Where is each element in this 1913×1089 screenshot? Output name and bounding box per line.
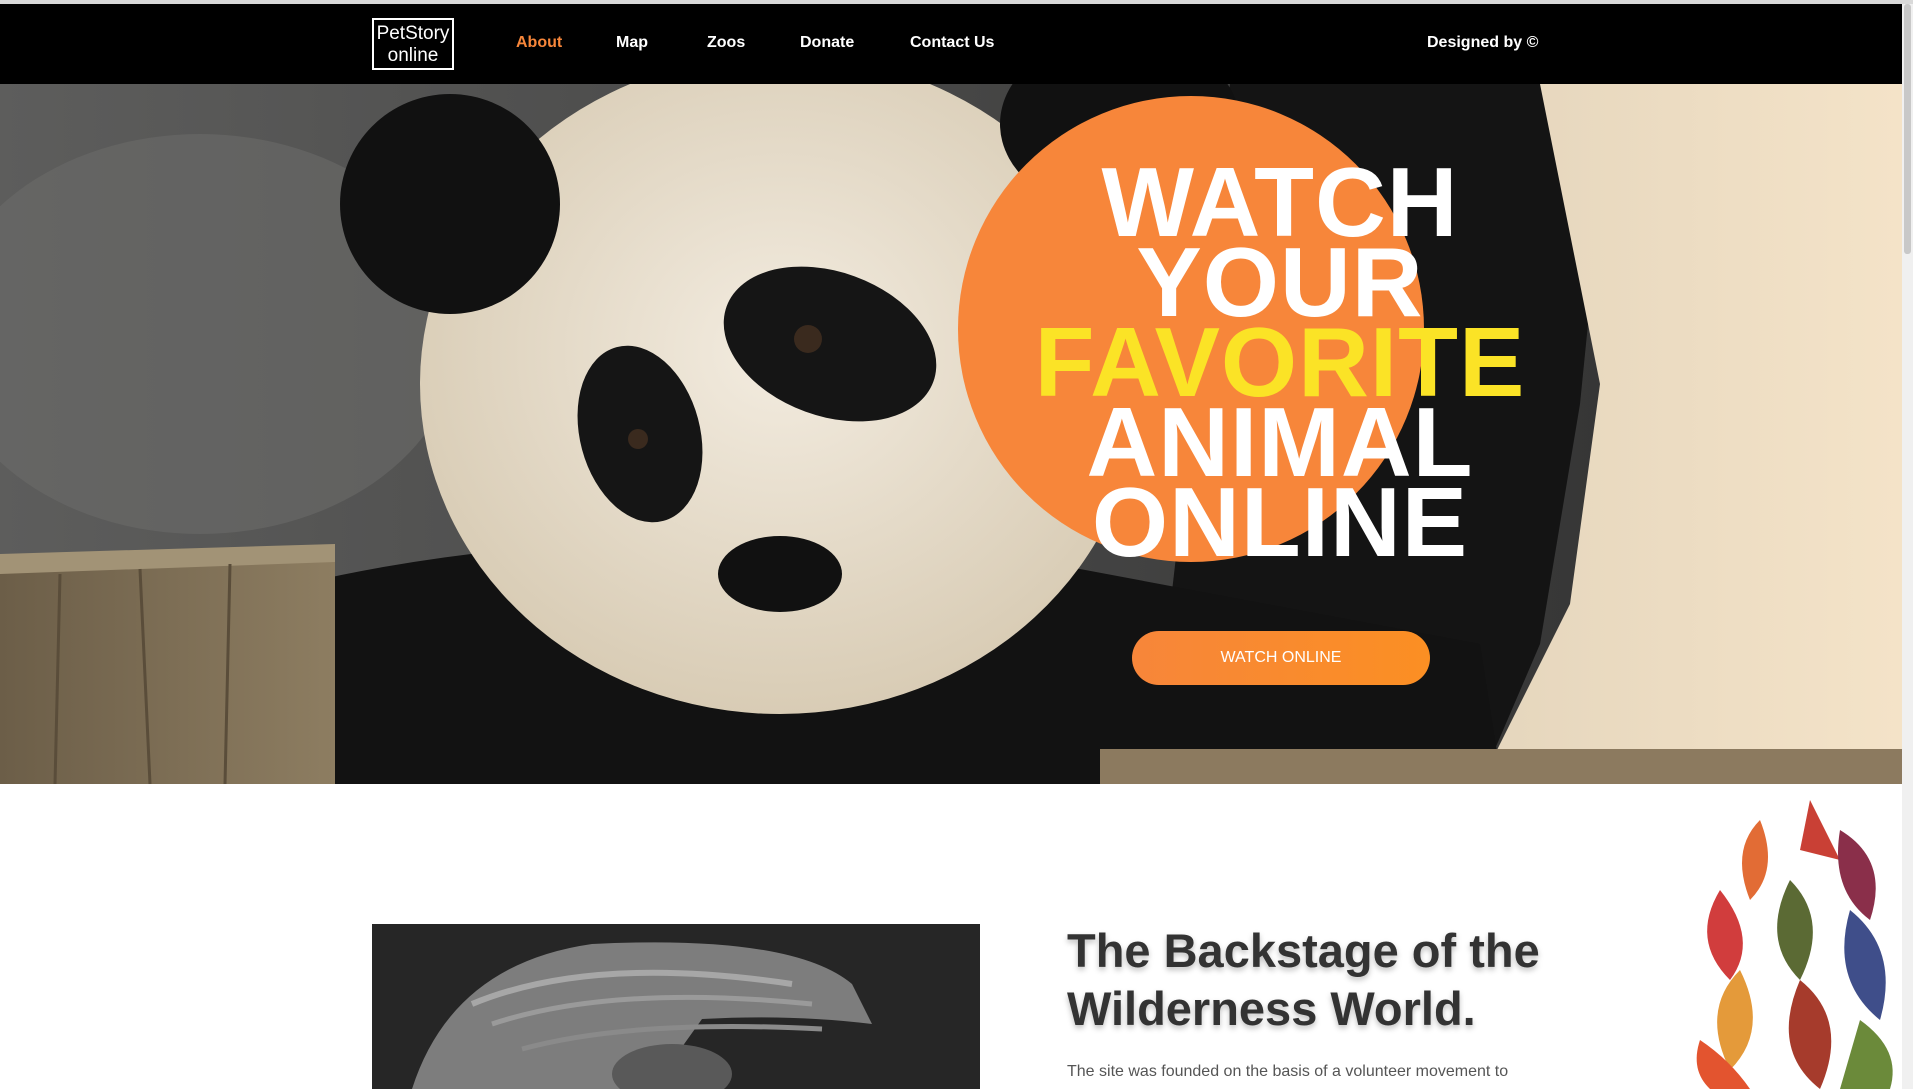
nav-link-zoos[interactable]: Zoos (707, 34, 745, 52)
about-title: The Backstage of the Wilderness World. (1067, 924, 1540, 1035)
hero-title-line-5: ONLINE (1091, 467, 1469, 577)
logo-line-2: online (387, 45, 439, 66)
nav-link-donate[interactable]: Donate (800, 34, 854, 52)
vertical-scrollbar[interactable] (1902, 4, 1913, 1089)
hero-title: WATCH YOUR FAVORITE ANIMAL ONLINE (1030, 153, 1530, 577)
decorative-leaves-image (1696, 800, 1893, 1089)
scrollbar-thumb[interactable] (1904, 4, 1911, 254)
page: PetStory online About Map Zoos Donate Co… (0, 0, 1913, 1089)
designed-by-credit: Designed by © (1427, 34, 1539, 51)
hero-section: WATCH YOUR FAVORITE ANIMAL ONLINE WATCH … (0, 84, 1902, 784)
logo-line-1: PetStory (376, 23, 450, 44)
panda-hero-image (0, 84, 1902, 784)
nav-link-contact-us[interactable]: Contact Us (910, 34, 994, 52)
about-description: The site was founded on the basis of a v… (1067, 1063, 1509, 1080)
watch-online-button[interactable]: WATCH ONLINE (1132, 631, 1430, 685)
site-logo[interactable]: PetStory online (372, 18, 454, 70)
navbar: PetStory online About Map Zoos Donate Co… (0, 4, 1902, 84)
nav-link-about[interactable]: About (516, 34, 562, 52)
about-photo (372, 924, 980, 1089)
nav-link-map[interactable]: Map (616, 34, 648, 52)
